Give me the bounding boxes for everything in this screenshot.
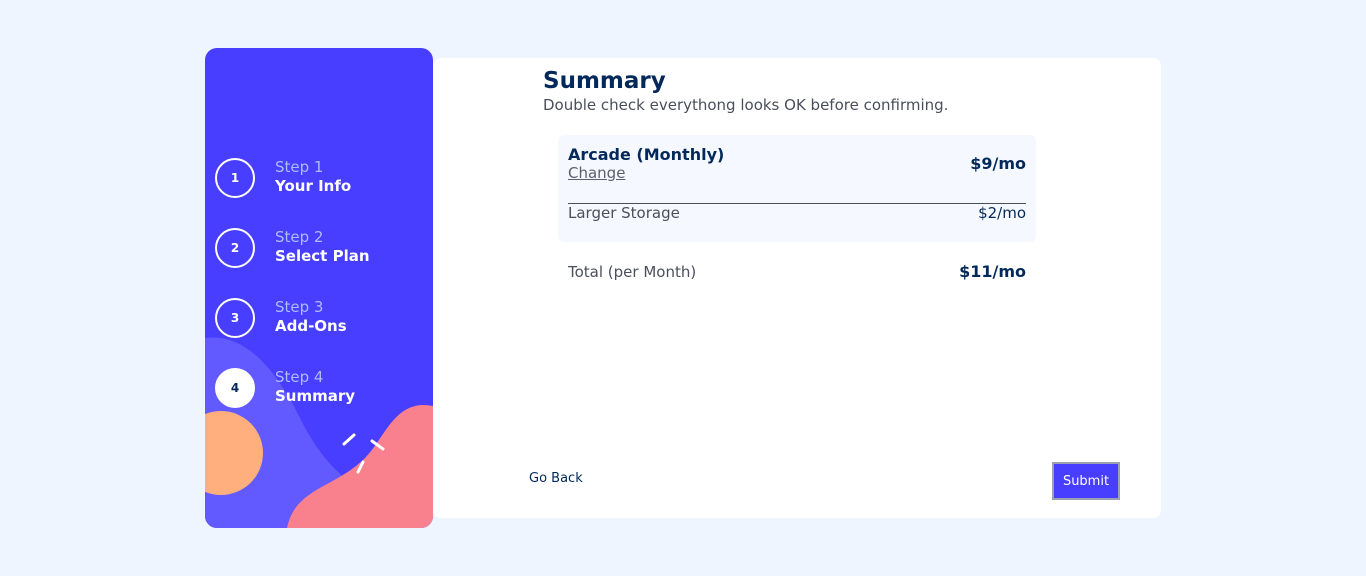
change-plan-link[interactable]: Change — [568, 164, 625, 182]
addon-name: Larger Storage — [568, 204, 680, 222]
sidebar: 1 Step 1 Your Info 2 Step 2 Select Plan … — [205, 48, 433, 528]
submit-button[interactable]: Submit — [1052, 462, 1120, 500]
step-3-title: Add-Ons — [275, 317, 347, 335]
step-3-label: Step 3 — [275, 298, 324, 316]
page-subtitle: Double check everythong looks OK before … — [543, 96, 949, 114]
step-4-label: Step 4 — [275, 368, 324, 386]
step-1-number: 1 — [215, 158, 255, 198]
step-3-number: 3 — [215, 298, 255, 338]
form-card — [433, 58, 1161, 518]
step-2-number: 2 — [215, 228, 255, 268]
step-2-label: Step 2 — [275, 228, 324, 246]
step-2[interactable]: 2 Step 2 Select Plan — [215, 228, 425, 268]
step-2-title: Select Plan — [275, 247, 370, 265]
step-4-number: 4 — [215, 368, 255, 408]
step-3[interactable]: 3 Step 3 Add-Ons — [215, 298, 425, 338]
total-price: $11/mo — [959, 262, 1026, 281]
addon-price: $2/mo — [978, 204, 1026, 222]
step-4[interactable]: 4 Step 4 Summary — [215, 368, 425, 408]
plan-name: Arcade (Monthly) — [568, 145, 725, 164]
page-title: Summary — [543, 68, 666, 94]
step-1[interactable]: 1 Step 1 Your Info — [215, 158, 425, 198]
total-label: Total (per Month) — [568, 263, 697, 281]
sidebar-decoration — [205, 337, 433, 528]
step-4-title: Summary — [275, 387, 356, 405]
step-1-title: Your Info — [275, 177, 352, 195]
step-1-label: Step 1 — [275, 158, 324, 176]
go-back-button[interactable]: Go Back — [529, 471, 583, 486]
summary-box: Arcade (Monthly) Change $9/mo Larger Sto… — [558, 135, 1036, 242]
plan-price: $9/mo — [970, 154, 1026, 173]
